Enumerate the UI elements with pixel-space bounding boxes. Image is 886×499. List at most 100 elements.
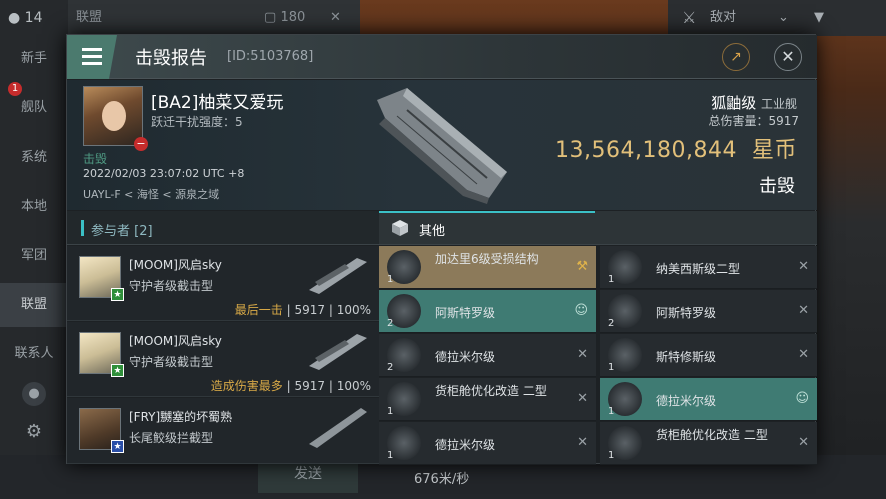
close-button[interactable]: ✕	[774, 43, 802, 71]
filter-bar: ⚔ 敌对 ⌄ ▼	[668, 0, 886, 36]
item-name: 阿斯特罗级	[435, 306, 496, 320]
item-name: 德拉米尔级	[435, 438, 496, 452]
item-quantity: 1	[608, 362, 615, 373]
participant-ship-image	[309, 408, 367, 448]
item-cell[interactable]: 2 阿斯特罗级 ☺	[379, 290, 596, 333]
ship-type: 工业舰	[760, 97, 797, 111]
item-cell[interactable]: 1 纳美西斯级二型 ✕	[600, 246, 817, 289]
kill-location[interactable]: UAYL-F < 海怪 < 源泉之域	[83, 186, 219, 202]
item-quantity: 1	[608, 450, 615, 461]
menu-button[interactable]	[67, 35, 117, 79]
participant-row[interactable]: ★ [MOOM]风启sky 守护者级截击型 最后一击 | 5917 | 100%	[67, 246, 379, 321]
participant-percent: 100%	[336, 379, 371, 393]
victim-ship-image[interactable]	[367, 80, 517, 208]
gear-icon[interactable]: ⚙	[22, 420, 46, 444]
participant-name: [MOOM]风启sky	[129, 258, 222, 272]
notification-badge: 1	[8, 82, 22, 96]
section-accent	[379, 211, 595, 213]
ship-class-name: 狐鼬级	[711, 94, 757, 112]
funnel-icon[interactable]: ▼	[814, 0, 824, 36]
item-quantity: 2	[608, 318, 615, 329]
profile-icon[interactable]: ●	[22, 382, 46, 406]
participants-title: 参与者 [2]	[91, 224, 153, 239]
item-name: 货柜舱优化改造 二型	[435, 384, 547, 398]
victim-ship-class: 狐鼬级 工业舰	[711, 92, 797, 113]
close-icon[interactable]: ✕	[577, 435, 588, 450]
report-id[interactable]: [ID:5103768]	[227, 49, 313, 64]
close-icon[interactable]: ✕	[330, 0, 341, 36]
hostile-icon: −	[134, 137, 148, 151]
item-name: 阿斯特罗级	[656, 306, 717, 320]
item-cell[interactable]: 1 德拉米尔级 ✕	[379, 422, 596, 465]
star-icon: ★	[111, 364, 124, 377]
participant-damage: 5917	[294, 379, 326, 393]
item-quantity: 1	[387, 450, 394, 461]
participants-header: 参与者 [2]	[67, 211, 379, 245]
nav-item-newbie[interactable]: 新手	[0, 37, 68, 81]
chevron-down-icon[interactable]: ⌄	[778, 0, 789, 36]
person-icon: ☺	[574, 303, 588, 318]
window-icon: ▢	[264, 10, 277, 25]
filter-label[interactable]: 敌对	[710, 0, 736, 36]
chat-channel-header: 联盟 ▢ 180 ✕	[68, 0, 360, 36]
item-cell[interactable]: 2 德拉米尔级 ✕	[379, 334, 596, 377]
chat-count: ▢ 180	[264, 0, 305, 36]
chat-channel-name: 联盟	[76, 10, 103, 25]
close-icon[interactable]: ✕	[798, 303, 809, 318]
item-cell[interactable]: 2 阿斯特罗级 ✕	[600, 290, 817, 333]
item-cell[interactable]: 1 货柜舱优化改造 二型 ✕	[379, 378, 596, 421]
section-accent	[81, 220, 84, 236]
item-cell[interactable]: 1 加达里6级受损结构 ⚒	[379, 246, 596, 289]
participant-tag: 最后一击	[234, 303, 283, 317]
item-quantity: 1	[387, 406, 394, 417]
total-damage: 总伤害量：5917	[708, 114, 799, 128]
share-button[interactable]: ↗	[722, 43, 750, 71]
star-icon: ★	[111, 288, 124, 301]
nav-item-local[interactable]: 本地	[0, 185, 68, 229]
items-title: 其他	[419, 224, 446, 239]
item-quantity: 1	[608, 406, 615, 417]
close-icon[interactable]: ✕	[798, 259, 809, 274]
status-count: ● 14	[8, 10, 43, 26]
items-header: 其他	[379, 211, 817, 245]
participant-tag: 造成伤害最多	[210, 379, 283, 393]
menu-icon-line	[82, 62, 102, 65]
warp-jam-strength: 跃迁干扰强度：5	[151, 115, 243, 129]
kill-timestamp: 2022/02/03 23:07:02 UTC +8	[83, 167, 245, 180]
menu-icon-line	[82, 55, 102, 58]
participant-ship: 守护者级截击型	[129, 355, 214, 369]
item-cell[interactable]: 1 斯特修斯级 ✕	[600, 334, 817, 377]
item-name: 货柜舱优化改造 二型	[656, 428, 768, 442]
chat-count-value: 180	[280, 10, 306, 25]
item-name: 德拉米尔级	[656, 394, 717, 408]
participant-damage: 5917	[294, 303, 326, 317]
victim-name[interactable]: [BA2]柚菜又爱玩	[151, 88, 283, 113]
nav-item-contacts[interactable]: 联系人	[0, 332, 68, 376]
close-icon: ✕	[781, 47, 795, 66]
chat-channel-nav: ● 14 新手 舰队 1 系统 本地 军团 联盟 联系人 ● ⚙	[0, 0, 68, 499]
close-icon[interactable]: ✕	[577, 391, 588, 406]
close-icon[interactable]: ✕	[798, 347, 809, 362]
participant-row[interactable]: ★ [MOOM]风启sky 守护者级截击型 造成伤害最多 | 5917 | 10…	[67, 322, 379, 397]
person-icon: ☺	[795, 391, 809, 406]
victim-panel: − [BA2]柚菜又爱玩 跃迁干扰强度：5 击毁 2022/02/03 23:0…	[67, 80, 817, 210]
victim-portrait[interactable]: −	[83, 86, 148, 151]
nav-item-corp[interactable]: 军团	[0, 234, 68, 278]
close-icon[interactable]: ✕	[577, 347, 588, 362]
person-icon: ●	[8, 10, 21, 26]
close-icon[interactable]: ✕	[798, 435, 809, 450]
menu-icon	[82, 48, 102, 51]
isk-unit: 星币	[751, 138, 797, 163]
participant-name: [MOOM]风启sky	[129, 334, 222, 348]
participant-name: [FRY]嬲塞的坏蜀熟	[129, 410, 233, 424]
wrench-icon: ⚒	[576, 259, 588, 274]
item-cell[interactable]: 1 德拉米尔级 ☺	[600, 378, 817, 421]
item-cell[interactable]: 1 货柜舱优化改造 二型 ✕	[600, 422, 817, 465]
victim-role: 击毁	[83, 152, 108, 166]
kill-status: 击毁	[759, 176, 795, 197]
participant-ship: 长尾鲛级拦截型	[129, 431, 214, 445]
participant-row[interactable]: ★ [FRY]嬲塞的坏蜀熟 长尾鲛级拦截型	[67, 398, 379, 464]
participant-stats: 最后一击 | 5917 | 100%	[234, 303, 371, 317]
nav-item-system[interactable]: 系统	[0, 136, 68, 180]
nav-item-alliance[interactable]: 联盟	[0, 283, 68, 327]
